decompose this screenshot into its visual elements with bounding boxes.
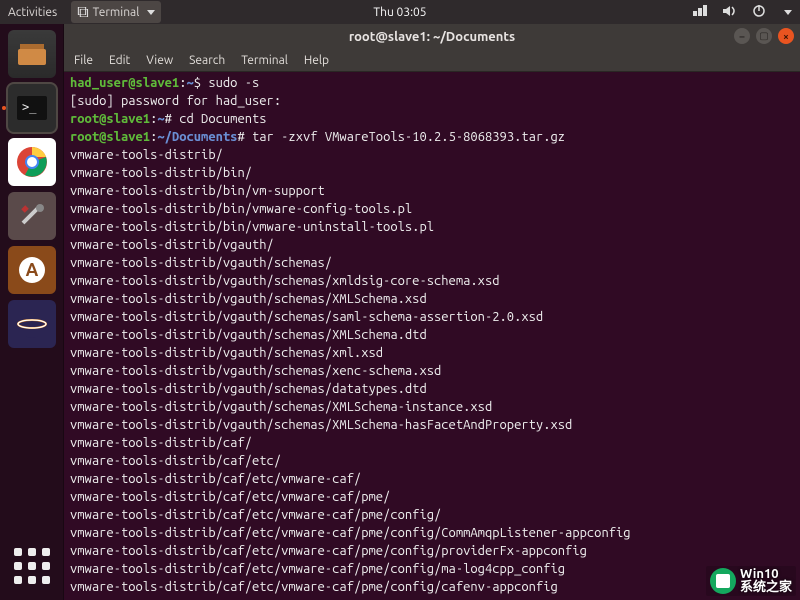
volume-icon[interactable] [722, 5, 738, 20]
svg-text:A: A [25, 260, 38, 280]
terminal-app-icon[interactable]: >_ [8, 84, 56, 132]
menu-search[interactable]: Search [189, 54, 225, 67]
window-title: root@slave1: ~/Documents [349, 30, 515, 44]
launcher-dock: >_ A [0, 24, 64, 600]
chrome-app-icon[interactable] [8, 138, 56, 186]
eclipse-app-icon[interactable] [8, 300, 56, 348]
active-app-indicator[interactable]: ⧉ Terminal [71, 1, 161, 23]
terminal-menubar: File Edit View Search Terminal Help [64, 50, 800, 72]
active-app-label: Terminal [93, 6, 140, 19]
chevron-down-icon [147, 10, 155, 15]
files-app-icon[interactable] [8, 30, 56, 78]
clock[interactable]: Thu 03:05 [373, 6, 426, 19]
system-tray[interactable] [692, 4, 792, 21]
svg-text:>_: >_ [22, 100, 37, 114]
terminal-icon: ⧉ [77, 2, 88, 22]
terminal-output[interactable]: had_user@slave1:~$ sudo -s [sudo] passwo… [64, 72, 800, 600]
menu-help[interactable]: Help [304, 54, 329, 67]
power-icon[interactable] [752, 4, 766, 21]
software-updater-icon[interactable]: A [8, 246, 56, 294]
watermark-logo-icon [710, 568, 736, 594]
settings-app-icon[interactable] [8, 192, 56, 240]
watermark-line2: 系统之家 [740, 581, 792, 594]
maximize-button[interactable]: ▢ [756, 28, 772, 44]
chevron-down-icon [784, 10, 792, 15]
menu-view[interactable]: View [146, 54, 173, 67]
gnome-top-bar: Activities ⧉ Terminal Thu 03:05 [0, 0, 800, 24]
terminal-window: root@slave1: ~/Documents – ▢ × File Edit… [64, 24, 800, 600]
network-icon[interactable] [692, 5, 708, 20]
window-titlebar[interactable]: root@slave1: ~/Documents – ▢ × [64, 24, 800, 50]
menu-edit[interactable]: Edit [109, 54, 130, 67]
minimize-button[interactable]: – [734, 28, 750, 44]
close-button[interactable]: × [778, 28, 794, 44]
activities-button[interactable]: Activities [8, 6, 57, 19]
watermark: Win10 系统之家 [706, 566, 796, 596]
menu-file[interactable]: File [74, 54, 93, 67]
menu-terminal[interactable]: Terminal [241, 54, 288, 67]
running-indicator-icon [2, 106, 6, 110]
show-applications-button[interactable] [8, 542, 56, 590]
